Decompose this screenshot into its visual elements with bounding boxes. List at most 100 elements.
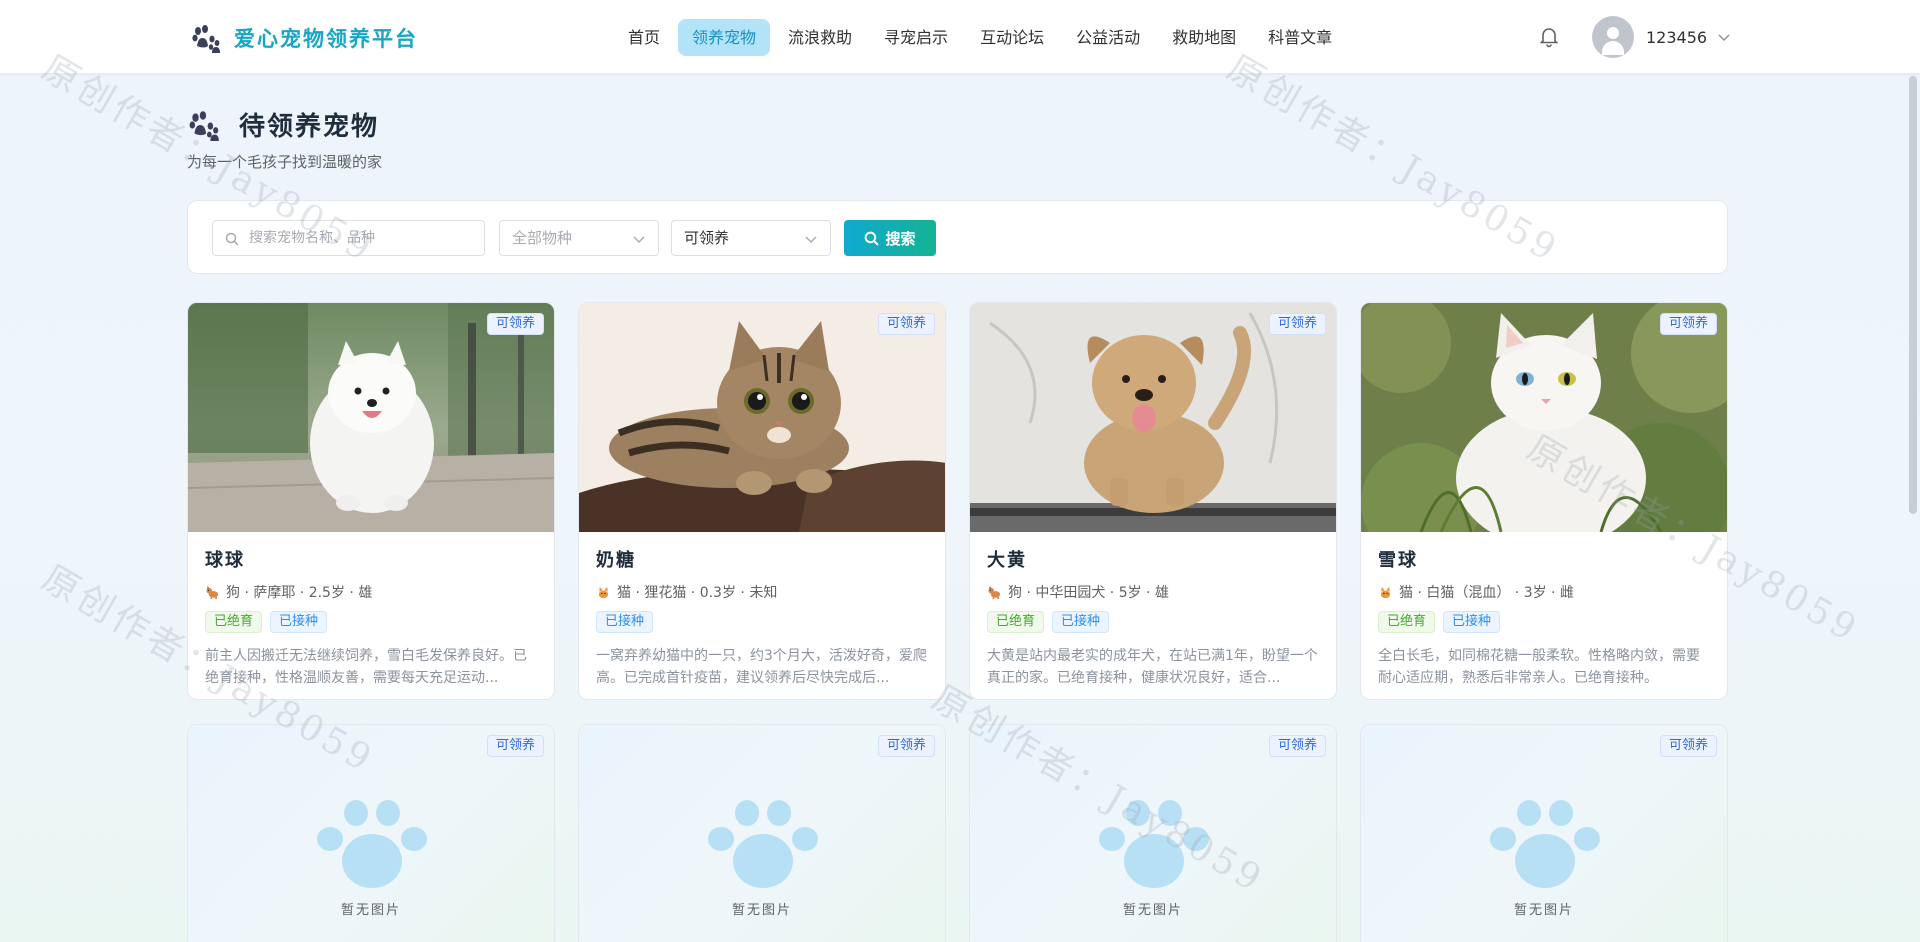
- species-select-value: 全部物种: [512, 229, 573, 247]
- nav-item-stray-rescue[interactable]: 流浪救助: [774, 19, 866, 56]
- pet-photo: 可领养: [970, 303, 1336, 532]
- dog-icon: [988, 585, 1001, 599]
- status-badge: 可领养: [1268, 313, 1326, 335]
- pet-card[interactable]: 可领养 雪球 猫 · 白猫（混血） · 3岁 · 雌 已绝育 已接种 全白长毛，…: [1360, 302, 1728, 700]
- status-badge: 可领养: [877, 735, 935, 757]
- status-badge: 可领养: [1268, 735, 1326, 757]
- cat-icon: [598, 586, 609, 598]
- tag-neutered: 已绝育: [205, 611, 263, 633]
- pet-card[interactable]: 可领养 球球 狗 · 萨摩耶 · 2.5岁 · 雄 已绝育 已接种 前主人因搬迁…: [187, 302, 555, 700]
- pet-description: 全白长毛，如同棉花糖一般柔软。性格略内敛，需要耐心适应期，熟悉后非常亲人。已绝育…: [1378, 648, 1700, 686]
- no-image-text: 暂无图片: [1513, 903, 1574, 918]
- pet-name: 球球: [205, 550, 245, 571]
- user-icon: [1607, 27, 1619, 39]
- user-menu[interactable]: 123456: [1592, 16, 1731, 58]
- tag-neutered: 已绝育: [1378, 611, 1436, 633]
- status-select[interactable]: 可领养: [671, 220, 831, 256]
- pet-name: 雪球: [1378, 550, 1418, 571]
- paw-icon: [1490, 800, 1600, 888]
- white-cat-photo: [1361, 303, 1727, 532]
- pet-description: 大黄是站内最老实的成年犬，在站已满1年，盼望一个真正的家。已绝育接种，健康状况良…: [987, 648, 1318, 686]
- pet-meta: 猫 · 狸花猫 · 0.3岁 · 未知: [596, 582, 928, 602]
- pet-meta-text: 猫 · 白猫（混血） · 3岁 · 雌: [1399, 585, 1574, 601]
- status-badge: 可领养: [1659, 313, 1717, 335]
- search-button-label: 搜索: [885, 229, 916, 248]
- pet-card[interactable]: 暂无图片 可领养: [187, 724, 555, 942]
- status-badge: 可领养: [877, 313, 935, 335]
- pet-card[interactable]: 可领养 奶糖 猫 · 狸花猫 · 0.3岁 · 未知 已接种 一窝弃养幼猫中的一…: [578, 302, 946, 700]
- pet-description: 前主人因搬迁无法继续饲养，雪白毛发保养良好。已绝育接种，性格温顺友善，需要每天充…: [205, 648, 527, 686]
- pet-card[interactable]: 可领养 大黄 狗 · 中华田园犬 · 5岁 · 雄 已绝育 已接种 大黄是站内最…: [969, 302, 1337, 700]
- no-image-text: 暂无图片: [731, 903, 792, 918]
- pet-card[interactable]: 暂无图片 可领养: [969, 724, 1337, 942]
- search-icon: [865, 231, 880, 246]
- top-header: 爱心宠物领养平台 首页 领养宠物 流浪救助 寻宠启示 互动论坛 公益活动 救助地…: [0, 0, 1920, 74]
- page-title: 待领养宠物: [239, 112, 380, 142]
- pet-description: 一窝弃养幼猫中的一只，约3个月大，活泼好奇，爱爬高。已完成首针疫苗，建议领养后尽…: [596, 648, 927, 686]
- status-select-value: 可领养: [684, 229, 730, 247]
- paw-icon: [317, 800, 427, 888]
- tag-neutered: 已绝育: [987, 611, 1045, 633]
- pet-card[interactable]: 暂无图片 可领养: [1360, 724, 1728, 942]
- page-heading: 待领养宠物 为每一个毛孩子找到温暖的家: [187, 106, 382, 172]
- search-icon: [225, 232, 239, 246]
- pet-card[interactable]: 暂无图片 可领养: [578, 724, 946, 942]
- pet-name: 大黄: [987, 550, 1027, 571]
- tag-vaccinated: 已接种: [1443, 611, 1501, 633]
- cat-icon: [1380, 586, 1391, 598]
- samoyed-photo: [188, 303, 554, 532]
- no-image-text: 暂无图片: [340, 903, 401, 918]
- pet-tags: 已绝育 已接种: [987, 611, 1319, 633]
- brand-name: 爱心宠物领养平台: [234, 26, 418, 51]
- avatar[interactable]: [1592, 16, 1634, 58]
- pet-meta-text: 狗 · 中华田园犬 · 5岁 · 雄: [1008, 585, 1169, 601]
- nav-item-articles[interactable]: 科普文章: [1254, 19, 1346, 56]
- paw-icon: [189, 110, 219, 141]
- status-badge: 可领养: [1659, 735, 1717, 757]
- nav-item-rescue-map[interactable]: 救助地图: [1158, 19, 1250, 56]
- no-image-placeholder: 暂无图片 可领养: [579, 725, 945, 942]
- pet-tags: 已绝育 已接种: [205, 611, 537, 633]
- no-image-placeholder: 暂无图片 可领养: [1361, 725, 1727, 942]
- tabby-kitten-photo: [579, 303, 945, 532]
- pet-meta: 猫 · 白猫（混血） · 3岁 · 雌: [1378, 582, 1710, 602]
- nav-item-lost-pets[interactable]: 寻宠启示: [870, 19, 962, 56]
- nav-item-home[interactable]: 首页: [614, 19, 674, 56]
- no-image-placeholder: 暂无图片 可领养: [188, 725, 554, 942]
- pet-meta-text: 狗 · 萨摩耶 · 2.5岁 · 雄: [226, 585, 373, 601]
- username: 123456: [1646, 27, 1708, 47]
- pet-meta: 狗 · 中华田园犬 · 5岁 · 雄: [987, 582, 1319, 602]
- no-image-placeholder: 暂无图片 可领养: [970, 725, 1336, 942]
- paw-icon: [192, 25, 220, 53]
- search-input[interactable]: [249, 221, 479, 255]
- page-scrollbar[interactable]: [1909, 76, 1917, 514]
- dog-icon: [206, 585, 219, 599]
- filter-bar: 全部物种 可领养 搜索: [187, 200, 1728, 274]
- search-field[interactable]: [212, 220, 485, 256]
- pet-meta: 狗 · 萨摩耶 · 2.5岁 · 雄: [205, 582, 537, 602]
- pet-photo: 可领养: [188, 303, 554, 532]
- pet-photo: 可领养: [1361, 303, 1727, 532]
- paw-icon: [708, 800, 818, 888]
- species-select[interactable]: 全部物种: [499, 220, 659, 256]
- chevron-down-icon: [805, 236, 817, 244]
- search-button[interactable]: 搜索: [844, 220, 936, 256]
- nav-item-forum[interactable]: 互动论坛: [966, 19, 1058, 56]
- status-badge: 可领养: [486, 735, 544, 757]
- pet-name: 奶糖: [596, 550, 636, 571]
- bell-icon[interactable]: [1537, 24, 1561, 48]
- main-nav: 首页 领养宠物 流浪救助 寻宠启示 互动论坛 公益活动 救助地图 科普文章: [614, 19, 1350, 56]
- pet-photo: 可领养: [579, 303, 945, 532]
- nav-item-adopt[interactable]: 领养宠物: [678, 19, 771, 56]
- pet-meta-text: 猫 · 狸花猫 · 0.3岁 · 未知: [617, 585, 778, 601]
- pet-tags: 已接种: [596, 611, 928, 633]
- tag-vaccinated: 已接种: [596, 611, 654, 633]
- pet-tags: 已绝育 已接种: [1378, 611, 1710, 633]
- page-subtitle: 为每一个毛孩子找到温暖的家: [187, 153, 383, 171]
- chevron-down-icon: [633, 236, 645, 244]
- puppy-photo: [970, 303, 1336, 532]
- nav-item-charity[interactable]: 公益活动: [1062, 19, 1154, 56]
- paw-icon: [1099, 800, 1209, 888]
- no-image-text: 暂无图片: [1122, 903, 1183, 918]
- brand[interactable]: 爱心宠物领养平台: [190, 22, 418, 54]
